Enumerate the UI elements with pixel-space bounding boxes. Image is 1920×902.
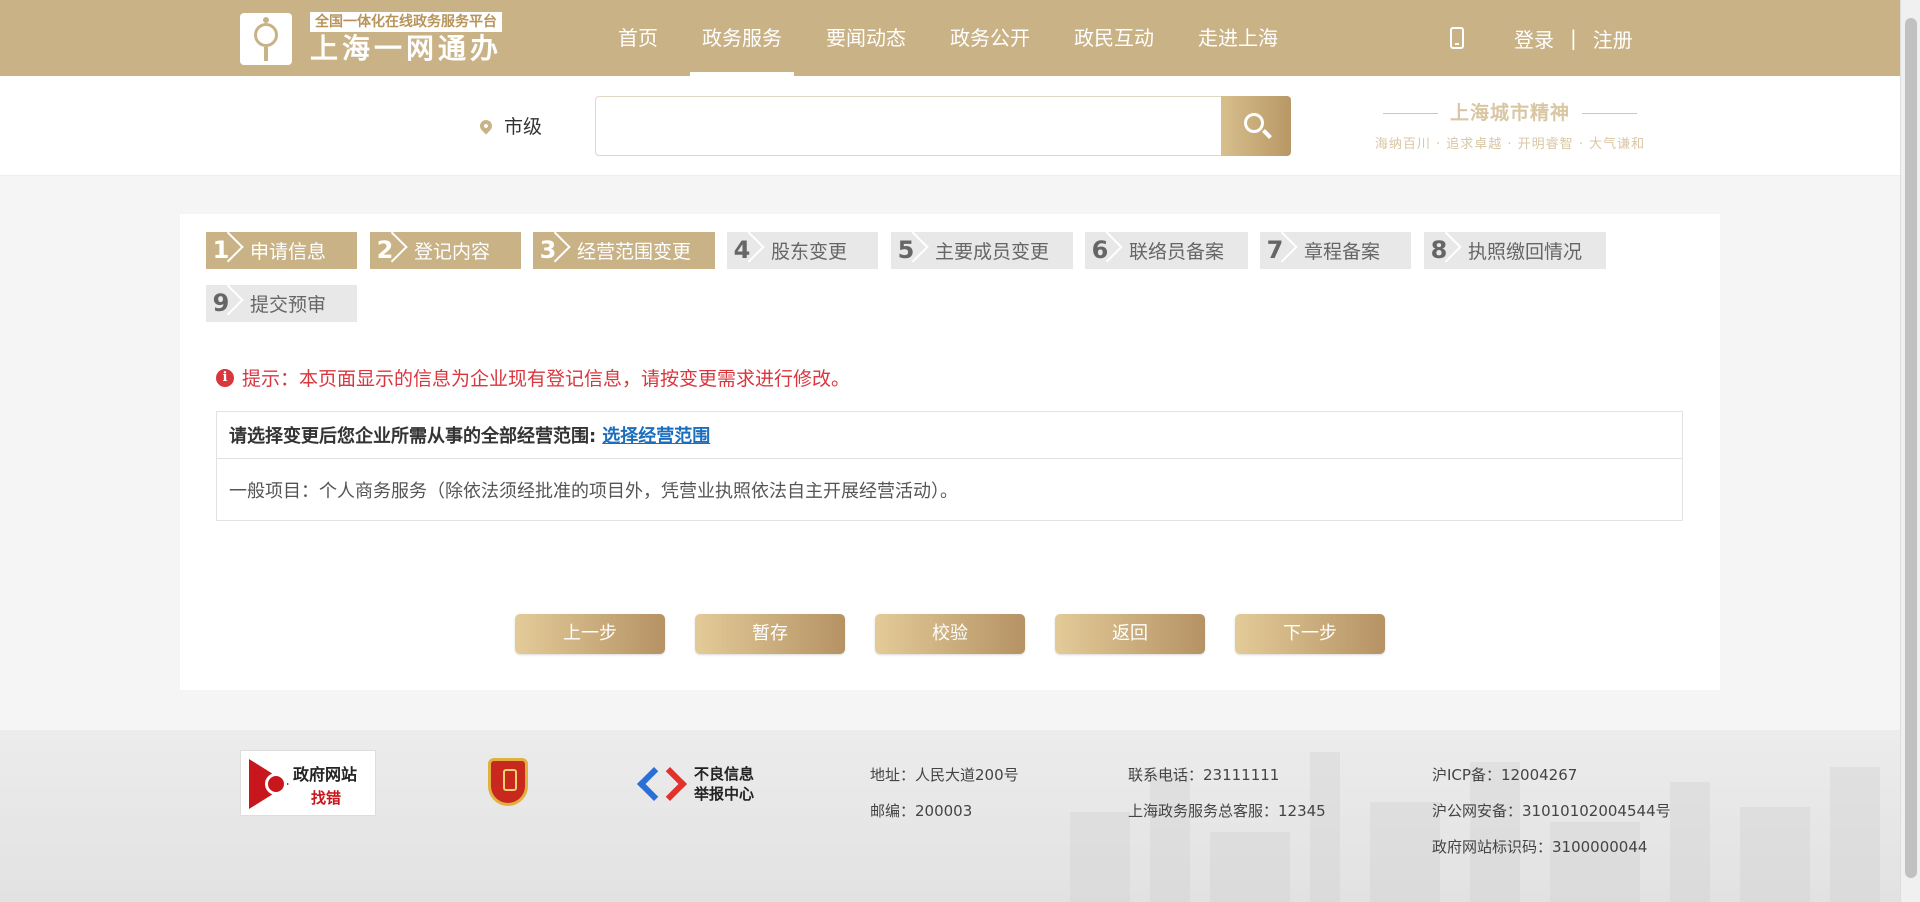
scope-content: 一般项目：个人商务服务（除依法须经批准的项目外，凭营业执照依法自主开展经营活动）…: [229, 481, 958, 502]
location-pin-icon: [477, 117, 495, 134]
footer-hotline: 上海政务服务总客服：12345: [1128, 802, 1326, 820]
step-6[interactable]: 6 联络员备案: [1085, 232, 1248, 269]
register-link[interactable]: 注册: [1593, 24, 1633, 53]
form-actions: 上一步 暂存 校验 返回 下一步: [515, 614, 1415, 654]
gov-badge-line2: 找错: [311, 789, 342, 807]
footer-phone: 联系电话：23111111: [1128, 766, 1280, 784]
top-header: 全国一体化在线政务服务平台 上海一网通办 首页 政务服务 要闻动态 政务公开 政…: [0, 0, 1900, 76]
step-number: 2: [370, 232, 400, 269]
back-button[interactable]: 返回: [1055, 614, 1205, 654]
nav-item-news[interactable]: 要闻动态: [808, 0, 924, 76]
validate-button[interactable]: 校验: [875, 614, 1025, 654]
search-button[interactable]: [1221, 96, 1291, 156]
logo-icon: [240, 13, 292, 65]
step-7[interactable]: 7 章程备案: [1260, 232, 1411, 269]
footer-address: 地址：人民大道200号: [870, 766, 1019, 784]
page-scrollbar[interactable]: [1900, 0, 1920, 902]
login-link[interactable]: 登录: [1514, 24, 1554, 53]
step-number: 1: [206, 232, 236, 269]
info-icon: i: [216, 368, 234, 387]
business-scope-panel: 请选择变更后您企业所需从事的全部经营范围: 选择经营范围 一般项目：个人商务服务…: [216, 411, 1683, 521]
report-line2: 举报中心: [694, 785, 755, 803]
footer-police-record[interactable]: 沪公网安备：31010102004544号: [1432, 800, 1671, 821]
region-selector[interactable]: 市级: [477, 112, 543, 139]
step-label: 联络员备案: [1129, 241, 1225, 263]
gov-badge-line1: 政府网站: [293, 765, 358, 784]
main-nav: 首页 政务服务 要闻动态 政务公开 政民互动 走进上海: [600, 0, 1304, 76]
gov-site-error-report-badge[interactable]: 政府网站 找错: [240, 750, 376, 816]
slogan-title: 上海城市精神: [1360, 98, 1660, 125]
notice-text: 提示：本页面显示的信息为企业现有登记信息，请按变更需求进行修改。: [242, 368, 851, 390]
magnifier-icon: [249, 759, 299, 809]
step-label: 登记内容: [414, 241, 491, 263]
step-label: 章程备案: [1304, 241, 1381, 263]
step-number: 3: [533, 232, 563, 269]
logo-subtitle: 全国一体化在线政务服务平台: [310, 12, 503, 32]
city-spirit-slogan: 上海城市精神 海纳百川 · 追求卓越 · 开明睿智 · 大气谦和: [1360, 98, 1660, 152]
search-bar: 市级 上海城市精神 海纳百川 · 追求卓越 · 开明睿智 · 大气谦和: [0, 76, 1900, 176]
search-input[interactable]: [595, 96, 1223, 156]
nav-item-gov-services[interactable]: 政务服务: [684, 0, 800, 76]
party-gov-badge-icon[interactable]: [488, 758, 528, 806]
report-center-logo-icon: [637, 764, 687, 804]
scope-header: 请选择变更后您企业所需从事的全部经营范围: 选择经营范围: [217, 412, 1682, 459]
site-footer: 政府网站 找错 不良信息 举报中心 地址：人民大道200号 邮编：200003 …: [0, 730, 1900, 902]
step-9[interactable]: 9 提交预审: [206, 285, 357, 322]
slogan-subtitle: 海纳百川 · 追求卓越 · 开明睿智 · 大气谦和: [1374, 137, 1646, 152]
step-number: 5: [891, 232, 921, 269]
nav-item-gov-public[interactable]: 政务公开: [932, 0, 1048, 76]
mobile-phone-icon[interactable]: [1450, 27, 1464, 49]
step-label: 股东变更: [771, 241, 848, 263]
step-8[interactable]: 8 执照缴回情况: [1424, 232, 1606, 269]
footer-icp[interactable]: 沪ICP备：12004267: [1432, 764, 1577, 785]
nav-item-about-shanghai[interactable]: 走进上海: [1180, 0, 1296, 76]
step-number: 6: [1085, 232, 1115, 269]
step-2[interactable]: 2 登记内容: [370, 232, 521, 269]
next-step-button[interactable]: 下一步: [1235, 614, 1385, 654]
scrollbar-thumb[interactable]: [1905, 18, 1917, 878]
step-1[interactable]: 1 申请信息: [206, 232, 357, 269]
select-scope-link[interactable]: 选择经营范围: [602, 422, 710, 448]
step-5[interactable]: 5 主要成员变更: [891, 232, 1073, 269]
scope-prompt: 请选择变更后您企业所需从事的全部经营范围:: [229, 426, 597, 447]
nav-item-interaction[interactable]: 政民互动: [1056, 0, 1172, 76]
prev-step-button[interactable]: 上一步: [515, 614, 665, 654]
step-label: 主要成员变更: [935, 241, 1050, 263]
step-number: 7: [1260, 232, 1290, 269]
auth-separator: |: [1570, 26, 1577, 50]
form-card: 1 申请信息 2 登记内容 3 经营范围变更 4 股东变更 5 主要成员变更 6…: [180, 214, 1720, 690]
footer-site-code: 政府网站标识码：3100000044: [1432, 838, 1648, 856]
step-number: 4: [727, 232, 757, 269]
footer-postcode: 邮编：200003: [870, 802, 973, 820]
step-number: 8: [1424, 232, 1454, 269]
bad-info-report-center[interactable]: 不良信息 举报中心: [637, 764, 755, 804]
step-label: 执照缴回情况: [1468, 241, 1583, 263]
save-draft-button[interactable]: 暂存: [695, 614, 845, 654]
step-4[interactable]: 4 股东变更: [727, 232, 878, 269]
notice-message: i 提示：本页面显示的信息为企业现有登记信息，请按变更需求进行修改。: [216, 364, 850, 391]
report-line1: 不良信息: [694, 765, 755, 783]
auth-links: 登录 | 注册: [1450, 0, 1633, 76]
nav-item-home[interactable]: 首页: [600, 0, 676, 76]
step-3[interactable]: 3 经营范围变更: [533, 232, 715, 269]
step-label: 经营范围变更: [577, 241, 692, 263]
logo-title: 上海一网通办: [310, 32, 503, 65]
region-label: 市级: [504, 116, 543, 138]
site-logo[interactable]: 全国一体化在线政务服务平台 上海一网通办: [240, 12, 503, 66]
step-label: 申请信息: [250, 241, 327, 263]
step-label: 提交预审: [250, 294, 327, 316]
step-number: 9: [206, 285, 236, 322]
